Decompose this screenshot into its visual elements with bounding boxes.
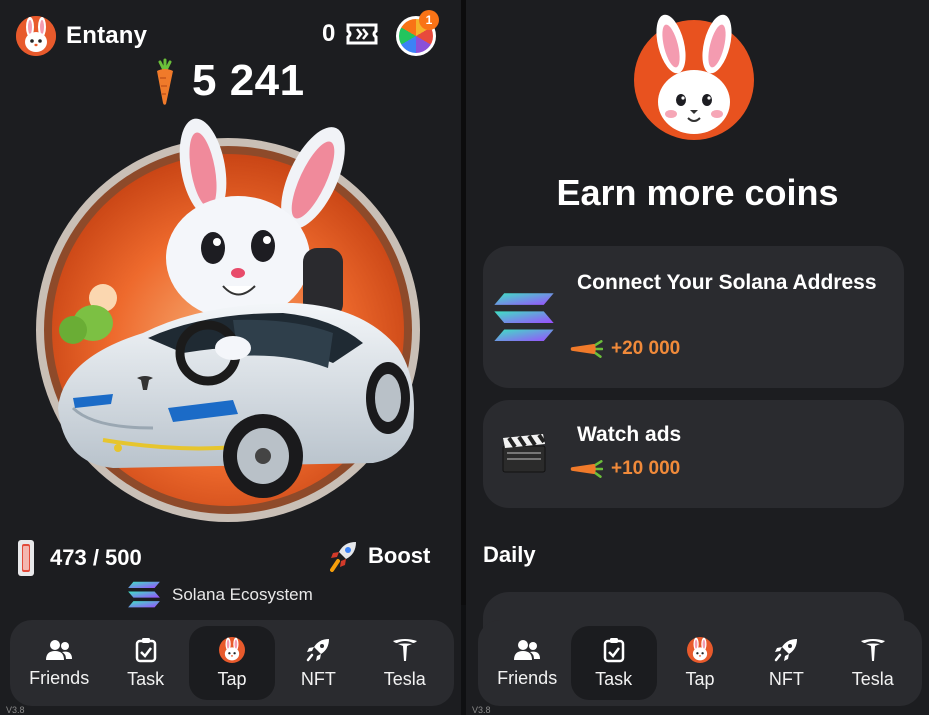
nav-item-task[interactable]: Task: [103, 626, 189, 700]
solana-ecosystem-link[interactable]: Solana Ecosystem: [126, 580, 313, 610]
rocket-icon: [305, 637, 331, 663]
app-root: Entany 0 1 5 241 473 / 500 Boost Solana …: [0, 0, 929, 715]
solana-icon: [491, 290, 557, 346]
nav-item-friends[interactable]: Friends: [484, 626, 570, 700]
rocket-icon: [330, 542, 356, 572]
carrot-icon: [569, 458, 603, 480]
nav-item-tesla[interactable]: Tesla: [362, 626, 448, 700]
nav-label: Friends: [497, 667, 558, 688]
ecosystem-label: Solana Ecosystem: [172, 585, 313, 604]
nav-item-tesla[interactable]: Tesla: [830, 626, 916, 700]
nav-label: Task: [595, 668, 633, 689]
task-icon: [603, 637, 625, 663]
tesla-icon: [860, 637, 886, 663]
nav-label: Tap: [685, 668, 715, 689]
tesla-icon: [392, 637, 418, 663]
bunny-icon: [219, 637, 245, 663]
task-screen: Earn more coins Connect Your Solana Addr…: [466, 0, 929, 715]
wheel-notification-badge: 1: [419, 10, 439, 30]
task-title: Watch ads: [577, 423, 682, 446]
bunny-hero-icon: [634, 14, 754, 140]
section-title-daily: Daily: [483, 542, 536, 567]
friends-icon: [45, 638, 73, 662]
task-title: Connect Your Solana Address: [577, 271, 877, 294]
nav-label: Tesla: [383, 668, 426, 689]
nav-item-tap[interactable]: Tap: [657, 626, 743, 700]
task-reward: +20 000: [569, 338, 680, 360]
carrot-icon: [150, 56, 180, 106]
boost-label: Boost: [368, 543, 431, 568]
tickets-count: 0: [322, 20, 336, 47]
nav-label: Tesla: [851, 668, 894, 689]
task-card-watch-ads[interactable]: Watch ads +10 000: [483, 400, 904, 508]
version-label: V3.8: [472, 705, 491, 715]
username: Entany: [66, 22, 148, 49]
tap-screen: Entany 0 1 5 241 473 / 500 Boost Solana …: [0, 0, 461, 715]
tap-coin-button[interactable]: [33, 108, 423, 528]
tickets-counter[interactable]: 0: [322, 20, 379, 48]
energy-meter: 473 / 500: [16, 538, 142, 578]
nav-item-nft[interactable]: NFT: [275, 626, 361, 700]
bottom-nav: Friends Task Tap NFT Tesla: [10, 620, 454, 706]
nav-label: Friends: [29, 667, 90, 688]
user-header[interactable]: Entany: [16, 16, 147, 56]
nav-item-tap[interactable]: Tap: [188, 626, 275, 700]
nav-label: Tap: [217, 668, 247, 689]
friends-icon: [513, 638, 541, 662]
battery-icon: [18, 540, 34, 576]
coin-balance: 5 241: [150, 56, 305, 106]
clapperboard-icon: [502, 433, 546, 473]
nav-item-nft[interactable]: NFT: [743, 626, 829, 700]
nav-item-friends[interactable]: Friends: [16, 626, 102, 700]
task-reward: +10 000: [569, 458, 680, 480]
reward-value: +20 000: [611, 338, 681, 359]
nav-label: NFT: [768, 668, 804, 689]
energy-value: 473 / 500: [50, 545, 142, 570]
nav-label: NFT: [300, 668, 336, 689]
solana-icon: [126, 580, 162, 610]
nav-label: Task: [127, 668, 165, 689]
balance-value: 5 241: [192, 56, 305, 105]
boost-button[interactable]: Boost: [330, 540, 430, 572]
rocket-icon: [773, 637, 799, 663]
bunny-icon: [16, 16, 56, 56]
ticket-icon: [346, 23, 378, 45]
reward-value: +10 000: [611, 458, 681, 479]
nav-item-task[interactable]: Task: [570, 626, 657, 700]
page-title: Earn more coins: [556, 172, 839, 213]
task-card-connect-solana[interactable]: Connect Your Solana Address +20 000: [483, 246, 904, 388]
avatar: [16, 16, 56, 56]
bunny-icon: [687, 637, 713, 663]
version-label: V3.8: [6, 705, 25, 715]
task-icon: [135, 637, 157, 663]
bottom-nav: Friends Task Tap NFT Tesla: [478, 620, 922, 706]
carrot-icon: [569, 338, 603, 360]
